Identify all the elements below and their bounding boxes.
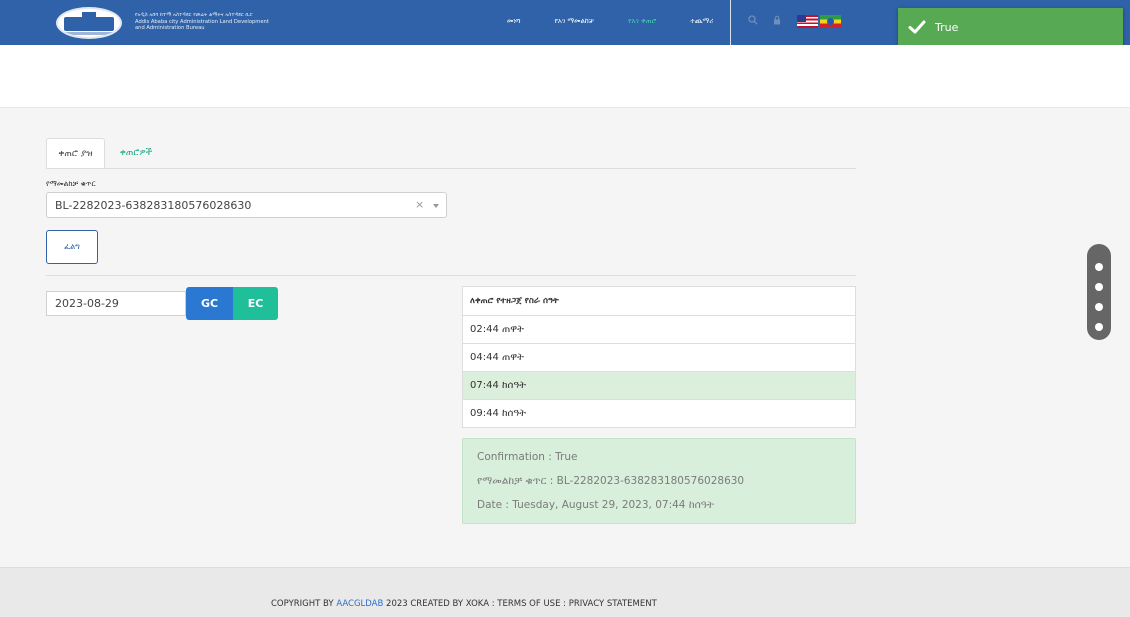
- gc-calendar-button[interactable]: GC: [186, 287, 233, 320]
- date-input[interactable]: 2023-08-29: [46, 291, 186, 316]
- ethiopia-flag-icon[interactable]: [820, 15, 841, 28]
- ec-calendar-button[interactable]: EC: [233, 287, 278, 320]
- tabs-underline: [46, 168, 856, 169]
- footer-link[interactable]: AACGLDAB: [336, 599, 383, 609]
- bureau-logo-icon[interactable]: [56, 7, 122, 39]
- us-flag-icon[interactable]: [797, 15, 818, 28]
- side-dots-menu[interactable]: [1087, 244, 1111, 340]
- time-slot-row-selected[interactable]: 07:44 ከሰዓት: [463, 371, 855, 399]
- tab-book-appointment[interactable]: ቀጠሮ ያዝ: [46, 138, 105, 169]
- header-divider: [730, 0, 731, 45]
- dot-icon[interactable]: [1095, 283, 1103, 291]
- success-toast[interactable]: True: [898, 8, 1123, 46]
- time-slot-header: ለቀጠሮ የተዘጋጀ የስራ ሰዓት: [470, 296, 559, 306]
- find-button[interactable]: ፈልግ: [46, 230, 98, 264]
- chevron-down-icon[interactable]: [433, 204, 439, 208]
- main-nav: መነሻ የአገ ማመልከቻ የአገ ቀጠሮ ተጨማሪ: [490, 17, 730, 26]
- time-slot-table: ለቀጠሮ የተዘጋጀ የስራ ሰዓት 02:44 ጠዋት 04:44 ጠዋት 0…: [462, 286, 856, 428]
- toast-message: True: [935, 21, 959, 34]
- org-name: የአዲስ አበባ ከተማ አስተዳደር የመሬት ልማትና አስተዳደር ቢሮ …: [135, 12, 275, 32]
- footer-text: COPYRIGHT BY AACGLDAB 2023 CREATED BY XO…: [271, 599, 657, 609]
- time-slot-row[interactable]: 09:44 ከሰዓት: [463, 399, 855, 427]
- tab-appointments[interactable]: ቀጠሮዎች: [111, 138, 161, 169]
- org-name-english-2: and Administration Bureau: [135, 25, 205, 31]
- section-divider: [46, 275, 856, 276]
- footer-suffix: 2023 CREATED BY XOKA : TERMS OF USE : PR…: [383, 599, 657, 609]
- nav-home[interactable]: መነሻ: [490, 17, 537, 26]
- footer: COPYRIGHT BY AACGLDAB 2023 CREATED BY XO…: [0, 567, 1130, 617]
- time-slot-row[interactable]: 04:44 ጠዋት: [463, 343, 855, 371]
- checkmark-icon: [908, 20, 926, 34]
- search-icon[interactable]: [748, 15, 758, 25]
- dot-icon[interactable]: [1095, 303, 1103, 311]
- header-spacer-band: [0, 45, 1130, 108]
- confirmation-box: Confirmation : True የማመልከቻ ቁጥር : BL-2282…: [462, 438, 856, 524]
- dot-icon[interactable]: [1095, 323, 1103, 331]
- nav-appointment[interactable]: የአገ ቀጠሮ: [611, 17, 673, 26]
- clear-icon[interactable]: ×: [415, 198, 424, 211]
- confirmation-status: Confirmation : True: [477, 451, 578, 463]
- confirmation-application-number: የማመልከቻ ቁጥር : BL-2282023-6382831805760286…: [477, 475, 745, 487]
- application-number-select[interactable]: BL-2282023-638283180576028630 ×: [46, 192, 447, 218]
- dot-icon[interactable]: [1095, 263, 1103, 271]
- footer-prefix: COPYRIGHT BY: [271, 599, 337, 609]
- application-number-label: የማመልከቻ ቁጥር: [46, 179, 96, 188]
- nav-more[interactable]: ተጨማሪ: [673, 17, 730, 26]
- time-slot-row[interactable]: 02:44 ጠዋት: [463, 315, 855, 343]
- lock-icon[interactable]: [772, 15, 782, 25]
- application-number-value: BL-2282023-638283180576028630: [55, 199, 252, 212]
- nav-application[interactable]: የአገ ማመልከቻ: [537, 17, 611, 26]
- confirmation-date: Date : Tuesday, August 29, 2023, 07:44 ከ…: [477, 499, 715, 511]
